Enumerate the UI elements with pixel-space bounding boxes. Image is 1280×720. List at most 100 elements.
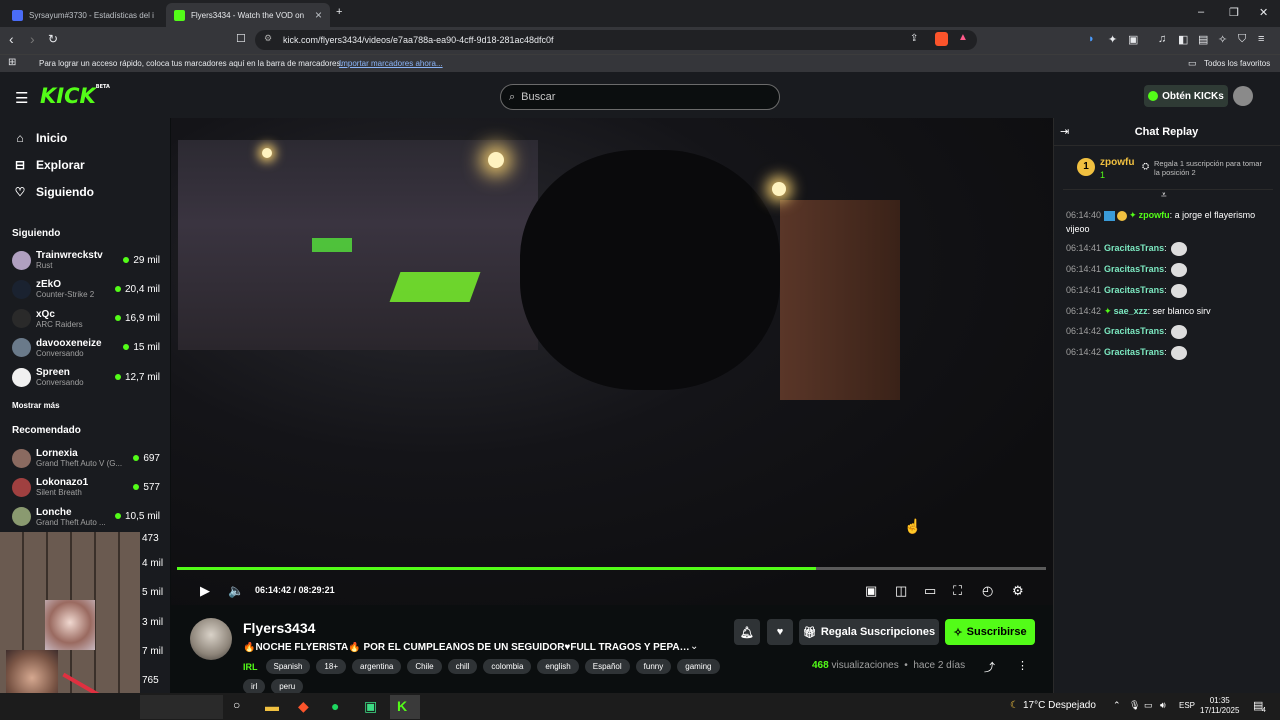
follow-heart-button[interactable]: ♥ (767, 619, 793, 645)
tag-chip[interactable]: Español (584, 659, 630, 674)
sidebar-channel-item[interactable]: davooxeneize Conversando 15 mil (12, 334, 160, 362)
message-username[interactable]: GracitasTrans (1104, 243, 1164, 253)
tag-chip[interactable]: irl (243, 679, 266, 694)
message-username[interactable]: sae_xzz (1114, 306, 1148, 316)
vpn-shield-icon[interactable]: ⛉ (1238, 33, 1246, 46)
language-indicator[interactable]: ESP (1179, 701, 1195, 710)
search-input[interactable]: ⌕ Buscar (500, 84, 780, 110)
screenshot-icon[interactable]: ▣ (1128, 33, 1138, 46)
gift-subs-button[interactable]: 🎁︎ Regala Suscripciones (799, 619, 939, 645)
browser-tab-kick[interactable]: Flyers3434 - Watch the VOD on × (166, 3, 330, 27)
tag-chip[interactable]: colombia (483, 659, 532, 674)
category-link[interactable]: IRL (243, 662, 258, 672)
nav-following[interactable]: ♡ Siguiendo (12, 185, 94, 199)
sidebar-channel-item[interactable]: Lokonazo1 Silent Breath 577 (12, 473, 160, 501)
brave-browser-icon[interactable]: ◆ (298, 698, 309, 715)
close-window-icon[interactable]: ✕ (1259, 6, 1268, 19)
user-avatar[interactable] (1233, 86, 1253, 106)
channel-name[interactable]: Flyers3434 (243, 620, 315, 636)
hamburger-menu-icon[interactable]: ☰ (15, 89, 28, 107)
wallet-icon[interactable]: ▤ (1198, 33, 1208, 46)
weather-widget[interactable]: ☾ 17°C Despejado (1010, 700, 1096, 711)
sidebar-channel-item[interactable]: Lonche Grand Theft Auto ... 10,5 mil (12, 503, 160, 531)
taskbar-clock[interactable]: 01:35 17/11/2025 (1200, 696, 1239, 716)
forward-icon[interactable]: › (30, 31, 35, 47)
file-explorer-icon[interactable]: ▬ (265, 698, 279, 714)
brave-shields-icon[interactable] (935, 32, 948, 46)
sidebar-toggle-icon[interactable]: ◧ (1178, 33, 1188, 46)
get-kicks-button[interactable]: Obtén KICKs (1144, 85, 1228, 107)
theater-mode-icon[interactable]: ▭ (924, 583, 936, 599)
tag-chip[interactable]: english (537, 659, 579, 674)
address-bar[interactable]: ⚙ kick.com/flyers3434/videos/e7aa788a-ea… (255, 30, 977, 50)
expand-title-icon[interactable]: ⌄ (690, 641, 698, 652)
notification-bell-button[interactable]: 🔔︎ (734, 619, 760, 645)
message-username[interactable]: GracitasTrans (1104, 264, 1164, 274)
tray-chevron-icon[interactable]: ⌃ (1113, 700, 1121, 711)
fullscreen-icon[interactable]: ⛶ (953, 583, 962, 599)
live-dot-icon (114, 285, 121, 292)
tag-chip[interactable]: Spanish (265, 659, 311, 674)
subscribe-button[interactable]: ✧ Suscribirse (945, 619, 1035, 645)
kick-logo[interactable]: KICKBETA (40, 84, 110, 108)
more-options-icon[interactable]: ⋮ (1017, 659, 1028, 672)
tag-chip[interactable]: argentina (352, 659, 402, 674)
tag-chip[interactable]: chill (447, 659, 478, 674)
share-icon[interactable]: ⇪ (910, 33, 918, 44)
settings-gear-icon[interactable]: ⚙ (1012, 583, 1024, 599)
leo-ai-icon[interactable]: ✧ (1218, 33, 1227, 46)
sidebar-channel-item[interactable]: Spreen Conversando 12,7 mil (12, 363, 160, 391)
message-username[interactable]: GracitasTrans (1104, 285, 1164, 295)
apps-grid-icon[interactable]: ⊞ (8, 57, 16, 68)
clip-icon[interactable]: ◫ (895, 583, 907, 599)
all-favorites-link[interactable]: Todos los favoritos (1204, 59, 1270, 68)
minimize-icon[interactable]: – (1198, 6, 1204, 18)
sidebar-channel-item[interactable]: Trainwreckstv Rust 29 mil (12, 246, 160, 274)
cortana-icon[interactable]: ○ (233, 698, 240, 712)
speech-icon[interactable]: ◗ (1088, 33, 1095, 45)
import-bookmarks-link[interactable]: Importar marcadores ahora... (339, 59, 443, 68)
tag-chip[interactable]: gaming (677, 659, 720, 674)
restore-icon[interactable]: ❐ (1229, 6, 1239, 19)
nav-home[interactable]: ⌂ Inicio (12, 131, 67, 145)
speaker-icon[interactable]: 🔊︎ (1160, 700, 1166, 711)
sidebar-channel-item[interactable]: zEkO Counter-Strike 2 20,4 mil (12, 275, 160, 303)
playback-speed-icon[interactable]: ◴ (982, 583, 993, 599)
reload-icon[interactable]: ↻ (48, 31, 58, 47)
message-username[interactable]: zpowfu (1139, 210, 1170, 220)
bookmark-icon[interactable]: ☐ (236, 31, 246, 47)
media-icon[interactable]: ♫ (1158, 33, 1166, 45)
tag-chip[interactable]: funny (635, 659, 672, 674)
mic-icon[interactable]: 🎙︎ (1129, 700, 1140, 711)
miniplayer-icon[interactable]: ▣ (865, 583, 877, 599)
tag-chip[interactable]: 18+ (316, 659, 346, 674)
play-icon[interactable]: ▶ (200, 583, 210, 599)
nav-explore[interactable]: ⊟ Explorar (12, 158, 85, 172)
sidebar-channel-item[interactable]: xQc ARC Raiders 16,9 mil (12, 305, 160, 333)
sparkle-badge-icon: ✦ (1129, 210, 1137, 220)
kick-taskbar-button[interactable]: K (390, 695, 420, 719)
brave-rewards-icon[interactable]: ▲ (958, 32, 968, 43)
message-username[interactable]: GracitasTrans (1104, 326, 1164, 336)
app-icon[interactable]: ▣ (364, 698, 377, 715)
message-username[interactable]: GracitasTrans (1104, 347, 1164, 357)
back-icon[interactable]: ‹ (9, 31, 14, 47)
close-tab-icon[interactable]: × (315, 8, 322, 22)
scroll-down-icon[interactable]: ⩡ (1161, 190, 1167, 201)
taskbar-search-box[interactable] (140, 695, 223, 719)
show-more-button[interactable]: Mostrar más (12, 401, 60, 410)
channel-avatar[interactable] (190, 618, 232, 660)
new-tab-icon[interactable]: + (336, 6, 342, 18)
sidebar-channel-item[interactable]: Lornexia Grand Theft Auto V (G... 697 (12, 444, 160, 472)
leader-username[interactable]: zpowfu (1100, 157, 1134, 168)
menu-icon[interactable]: ≡ (1258, 33, 1264, 45)
share-icon[interactable]: ⤴ (984, 659, 995, 675)
spotify-icon[interactable]: ● (331, 698, 339, 714)
site-info-icon[interactable]: ⚙ (264, 33, 272, 44)
extensions-icon[interactable]: ✦ (1108, 33, 1117, 46)
volume-icon[interactable]: 🔈 (228, 583, 244, 599)
browser-tab-stats[interactable]: Syrsayum#3730 - Estadísticas del inv (4, 3, 162, 27)
network-icon[interactable]: ▭ (1144, 700, 1153, 711)
tag-chip[interactable]: Chile (407, 659, 442, 674)
tag-chip[interactable]: peru (271, 679, 304, 694)
